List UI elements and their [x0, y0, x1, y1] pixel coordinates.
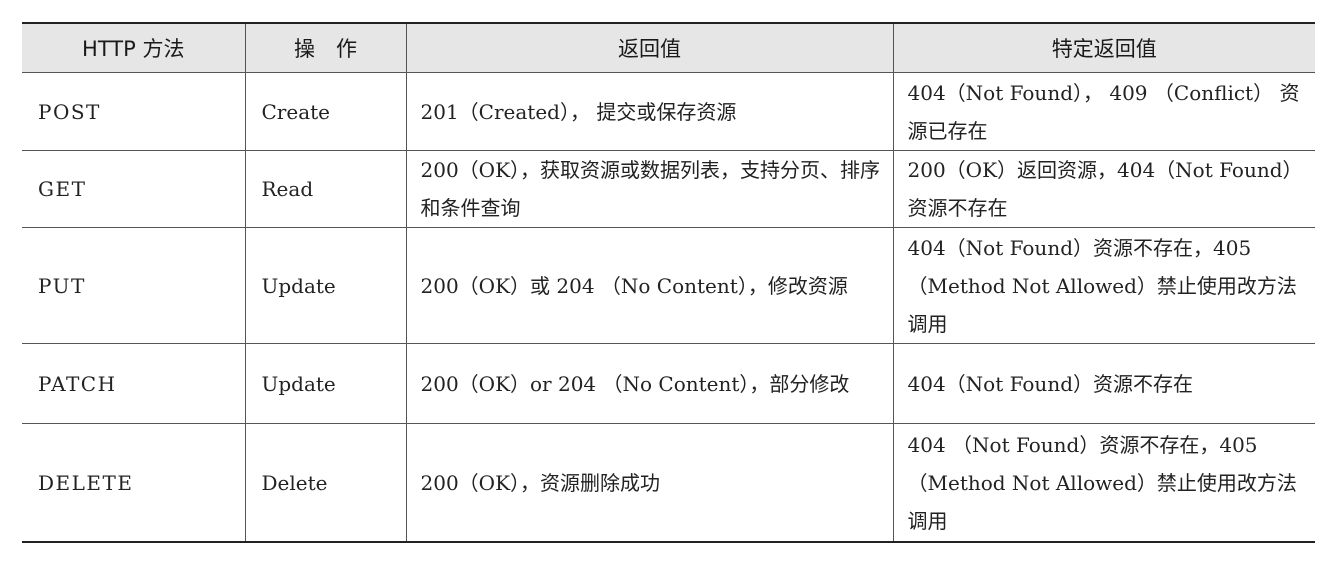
cell-return-value: 201（Created）， 提交或保存资源 [405, 72, 893, 151]
cell-specific-return-value: 404（Not Found）资源不存在 [892, 343, 1315, 424]
cell-method: PUT [22, 227, 245, 344]
cell-specific-return-value: 200（OK）返回资源，404（Not Found）资源不存在 [892, 150, 1315, 228]
header-operation: 操 作 [244, 23, 406, 73]
table-row: PATCH Update 200（OK）or 204 （No Content），… [22, 343, 1315, 424]
cell-method: PATCH [22, 343, 245, 424]
cell-operation: Create [244, 72, 406, 151]
table-row: GET Read 200（OK），获取资源或数据列表，支持分页、排序和条件查询 … [22, 150, 1315, 228]
cell-specific-return-value: 404 （Not Found）资源不存在，405（Method Not Allo… [892, 423, 1315, 543]
table-row: DELETE Delete 200（OK），资源删除成功 404 （Not Fo… [22, 423, 1315, 543]
cell-operation: Update [244, 227, 406, 344]
table-header-row: HTTP 方法 操 作 返回值 特定返回值 [22, 23, 1315, 73]
cell-operation: Delete [244, 423, 406, 543]
cell-specific-return-value: 404（Not Found）资源不存在，405（Method Not Allow… [892, 227, 1315, 344]
header-return-value: 返回值 [405, 23, 893, 73]
cell-operation: Update [244, 343, 406, 424]
table-row: POST Create 201（Created）， 提交或保存资源 404（No… [22, 72, 1315, 151]
cell-return-value: 200（OK）或 204 （No Content），修改资源 [405, 227, 893, 344]
cell-return-value: 200（OK），资源删除成功 [405, 423, 893, 543]
header-specific-return-value: 特定返回值 [892, 23, 1315, 73]
cell-specific-return-value: 404（Not Found）， 409 （Conflict） 资源已存在 [892, 72, 1315, 151]
table-row: PUT Update 200（OK）或 204 （No Content），修改资… [22, 227, 1315, 344]
cell-method: DELETE [22, 423, 245, 543]
http-methods-table: HTTP 方法 操 作 返回值 特定返回值 POST Create 201（Cr… [22, 22, 1315, 543]
cell-method: POST [22, 72, 245, 151]
cell-operation: Read [244, 150, 406, 228]
cell-return-value: 200（OK）or 204 （No Content），部分修改 [405, 343, 893, 424]
header-http-method: HTTP 方法 [22, 23, 245, 73]
cell-method: GET [22, 150, 245, 228]
cell-return-value: 200（OK），获取资源或数据列表，支持分页、排序和条件查询 [405, 150, 893, 228]
